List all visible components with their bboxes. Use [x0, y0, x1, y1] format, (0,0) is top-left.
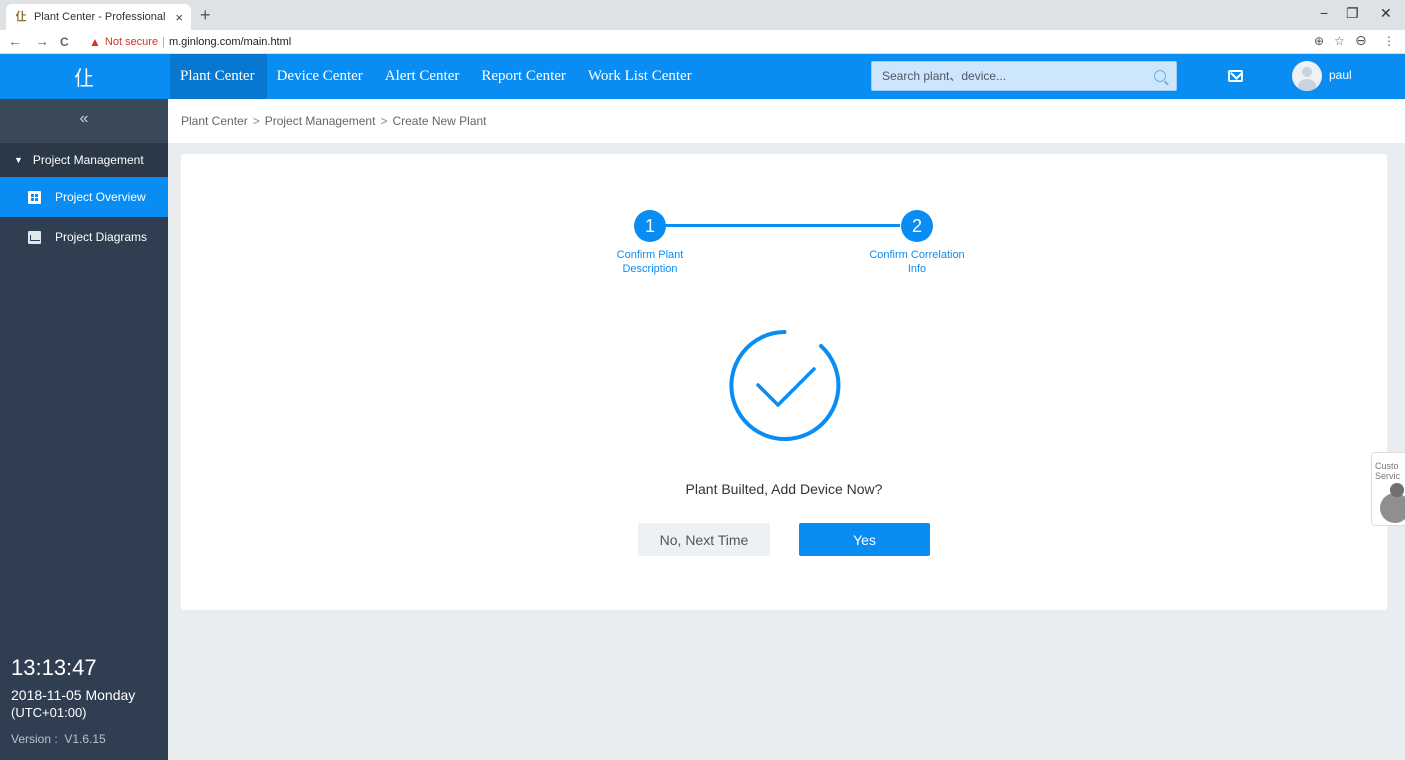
url-text: m.ginlong.com/main.html	[168, 36, 292, 48]
nav-device-center[interactable]: Device Center	[267, 54, 375, 99]
step-1-label-line1: Confirm Plant	[616, 249, 684, 261]
profile-icon[interactable]: ⊖	[1355, 32, 1367, 49]
reload-button[interactable]: C	[60, 35, 69, 49]
step-1-label-line2: Description	[622, 263, 678, 275]
sidebar-item-project-overview[interactable]: Project Overview	[0, 177, 168, 217]
back-button[interactable]: ←	[8, 33, 22, 49]
browser-tab[interactable]: 仩 Plant Center - Professional ×	[6, 4, 191, 30]
browser-tabstrip: 仩 Plant Center - Professional × + − ❐ ✕	[0, 0, 1405, 30]
add-device-prompt: Plant Builted, Add Device Now?	[685, 481, 883, 497]
breadcrumb-separator: >	[252, 114, 260, 128]
warning-icon: ▲	[89, 35, 101, 49]
not-secure-label: Not secure	[104, 36, 159, 48]
restore-button[interactable]: ❐	[1346, 5, 1359, 22]
bookmark-star-icon[interactable]: ☆	[1334, 34, 1345, 48]
zoom-icon[interactable]: ⊕	[1314, 34, 1324, 48]
search-icon[interactable]	[1154, 70, 1166, 82]
nav-work-list-center[interactable]: Work List Center	[578, 54, 704, 99]
line-chart-icon	[28, 230, 41, 244]
sidebar-item-label: Project Diagrams	[55, 230, 148, 244]
mail-icon[interactable]	[1228, 70, 1243, 82]
nav-report-center[interactable]: Report Center	[471, 54, 578, 99]
yes-button[interactable]: Yes	[799, 523, 930, 556]
new-tab-button[interactable]: +	[200, 5, 211, 26]
step-1-label: Confirm Plant Description	[590, 248, 710, 276]
nav-alert-center[interactable]: Alert Center	[375, 54, 472, 99]
sidebar-group-project-management[interactable]: ▼ Project Management	[0, 143, 168, 177]
step-2-label-line1: Confirm Correlation	[869, 249, 965, 261]
no-next-time-button[interactable]: No, Next Time	[638, 523, 770, 556]
sidebar-item-project-diagrams[interactable]: Project Diagrams	[0, 217, 168, 257]
step-2-label: Confirm Correlation Info	[857, 248, 977, 276]
favicon-icon: 仩	[15, 11, 27, 23]
close-window-button[interactable]: ✕	[1380, 5, 1392, 22]
clock-timezone: (UTC+01:00)	[11, 705, 87, 720]
omnibox-separator: |	[162, 36, 165, 48]
version-label: Version : V1.6.15	[11, 732, 106, 746]
address-bar: ← → C ▲ Not secure | m.ginlong.com/main.…	[0, 30, 1405, 54]
step-1-indicator: 1	[634, 210, 666, 242]
sidebar-item-label: Project Overview	[55, 190, 146, 204]
customer-service-line2: Servic	[1375, 471, 1401, 481]
step-2-label-line2: Info	[907, 263, 927, 275]
success-check-icon	[729, 330, 841, 441]
search-box	[871, 61, 1177, 91]
username[interactable]: paul	[1329, 68, 1352, 82]
avatar[interactable]	[1292, 61, 1322, 91]
clock-time: 13:13:47	[11, 655, 97, 680]
tab-title: Plant Center - Professional	[34, 11, 166, 23]
grid-icon	[28, 190, 41, 204]
minimize-button[interactable]: −	[1320, 5, 1328, 21]
customer-service-widget[interactable]: Custo Servic	[1371, 452, 1405, 526]
omnibox[interactable]: ▲ Not secure | m.ginlong.com/main.html	[89, 33, 291, 51]
brand-logo[interactable]: 仩	[0, 54, 168, 99]
customer-service-line1: Custo	[1375, 461, 1399, 471]
customer-service-label: Custo Servic	[1375, 461, 1400, 481]
collapse-sidebar-button[interactable]: «	[0, 99, 168, 143]
clock-panel: 13:13:47 2018-11-05 Monday (UTC+01:00) V…	[11, 655, 135, 746]
step-connector	[650, 224, 900, 227]
search-input[interactable]	[882, 69, 1154, 83]
sidebar: « ▼ Project Management Project Overview …	[0, 99, 168, 760]
tab-close-icon[interactable]: ×	[175, 10, 183, 25]
clock-date: 2018-11-05 Monday	[11, 687, 136, 703]
breadcrumb-create-new-plant: Create New Plant	[392, 114, 487, 128]
breadcrumb: Plant Center > Project Management > Crea…	[168, 99, 1405, 143]
step-2-indicator: 2	[901, 210, 933, 242]
forward-button[interactable]: →	[35, 33, 49, 49]
caret-down-icon: ▼	[14, 155, 23, 165]
breadcrumb-project-management[interactable]: Project Management	[265, 114, 376, 128]
breadcrumb-separator: >	[380, 114, 388, 128]
nav-plant-center[interactable]: Plant Center	[170, 54, 267, 99]
browser-menu-icon[interactable]: ⋮	[1383, 34, 1395, 48]
app-header: 仩 Plant Center Device Center Alert Cente…	[0, 54, 1405, 99]
main-nav: Plant Center Device Center Alert Center …	[170, 54, 704, 99]
breadcrumb-plant-center[interactable]: Plant Center	[181, 114, 248, 128]
create-plant-card: 1 2 Confirm Plant Description Confirm Co…	[181, 154, 1387, 610]
customer-service-icon	[1380, 483, 1405, 523]
sidebar-group-label: Project Management	[32, 153, 144, 167]
